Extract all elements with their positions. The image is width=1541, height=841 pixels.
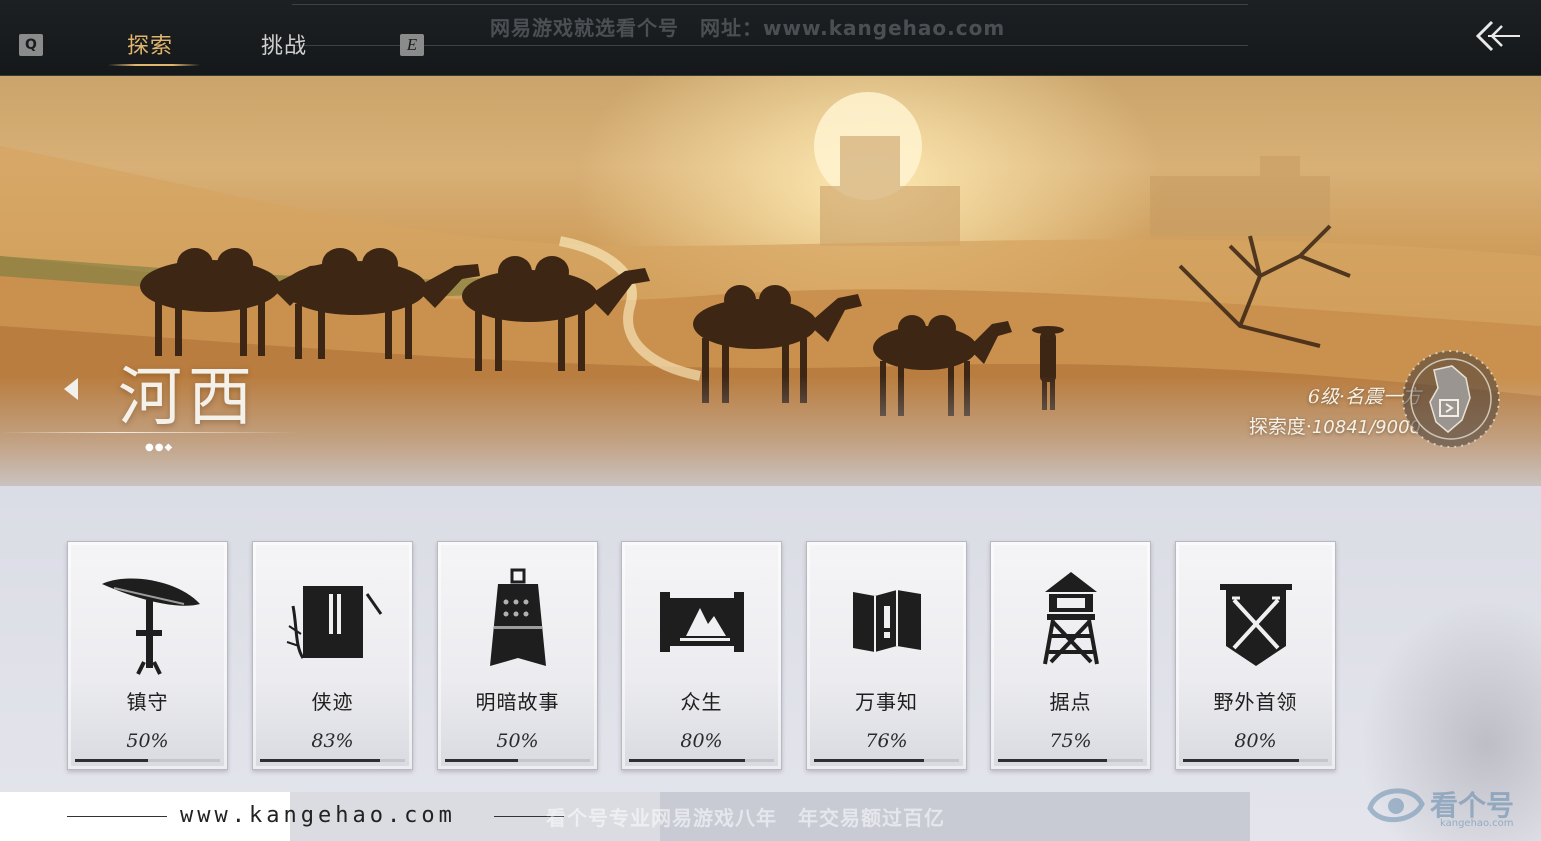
card-progress-track xyxy=(629,759,774,762)
scroll-icon xyxy=(660,592,744,652)
card-all-beings[interactable]: 众生 80% xyxy=(621,541,782,770)
card-label: 镇守 xyxy=(126,690,169,714)
book-icon xyxy=(286,586,383,659)
key-hint-e[interactable]: E xyxy=(400,34,424,56)
card-label: 万事知 xyxy=(855,690,918,714)
card-light-dark-stories[interactable]: 明暗故事 50% xyxy=(437,541,598,770)
map-icon xyxy=(853,590,921,652)
card-percent: 50% xyxy=(126,730,169,752)
region-banner: 河西 ●●◆ 6级·名震一方 探索度·10841/9000 xyxy=(0,76,1541,486)
active-tab-underline xyxy=(108,64,200,66)
previous-region-arrow-icon[interactable] xyxy=(64,378,78,400)
footer-watermark: 看个号专业网易游戏八年 年交易额过百亿 xyxy=(546,806,945,830)
card-label: 侠迹 xyxy=(311,690,354,714)
region-pager-dots[interactable]: ●●◆ xyxy=(145,442,173,453)
card-stronghold[interactable]: 据点 75% xyxy=(990,541,1151,770)
bamboo-hat-icon xyxy=(102,578,200,675)
card-percent: 83% xyxy=(311,730,354,752)
region-map-emblem-icon[interactable] xyxy=(1400,348,1502,450)
card-progress-fill xyxy=(814,759,925,762)
card-all-knowledge[interactable]: 万事知 76% xyxy=(806,541,967,770)
card-field-boss[interactable]: 野外首领 80% xyxy=(1175,541,1336,770)
back-arrow-icon[interactable] xyxy=(1474,18,1522,54)
card-progress-track xyxy=(814,759,959,762)
tab-explore[interactable]: 探索 xyxy=(127,28,173,60)
card-progress-fill xyxy=(75,759,148,762)
card-progress-fill xyxy=(998,759,1107,762)
bell-icon xyxy=(490,568,546,666)
card-progress-track xyxy=(445,759,590,762)
card-guard[interactable]: 镇守 50% xyxy=(67,541,228,770)
exploration-progress: 探索度·10841/9000 xyxy=(1249,412,1421,439)
top-watermark: 网易游戏就选看个号 网址：www.kangehao.com xyxy=(490,16,1006,40)
card-percent: 80% xyxy=(1234,730,1277,752)
card-label: 明暗故事 xyxy=(475,690,560,714)
watchtower-icon xyxy=(1043,572,1099,665)
card-progress-fill xyxy=(629,759,745,762)
card-percent: 80% xyxy=(680,730,723,752)
card-percent: 75% xyxy=(1049,730,1092,752)
card-progress-track xyxy=(260,759,405,762)
footer-logo-subtext: kangehao.com xyxy=(1440,818,1514,829)
card-label: 据点 xyxy=(1049,690,1092,714)
footer-url-line-left xyxy=(67,816,167,817)
card-label: 众生 xyxy=(680,690,723,714)
card-progress-track xyxy=(75,759,220,762)
region-title-underline xyxy=(0,432,300,433)
key-hint-q[interactable]: Q xyxy=(19,34,43,56)
card-percent: 76% xyxy=(865,730,908,752)
top-navigation-bar: 网易游戏就选看个号 网址：www.kangehao.com Q 探索 挑战 E xyxy=(0,0,1541,76)
region-title: 河西 xyxy=(118,361,258,435)
exploration-label: 探索度· xyxy=(1248,416,1312,438)
card-progress-fill xyxy=(445,759,518,762)
card-label: 野外首领 xyxy=(1213,690,1298,714)
card-percent: 50% xyxy=(496,730,539,752)
card-progress-fill xyxy=(260,759,381,762)
card-progress-fill xyxy=(1183,759,1299,762)
crossed-swords-banner-icon xyxy=(1220,584,1292,666)
card-progress-track xyxy=(1183,759,1328,762)
card-hero-trail[interactable]: 侠迹 83% xyxy=(252,541,413,770)
card-progress-track xyxy=(998,759,1143,762)
footer-site-url: www.kangehao.com xyxy=(180,803,456,828)
tab-challenge[interactable]: 挑战 xyxy=(261,28,307,60)
